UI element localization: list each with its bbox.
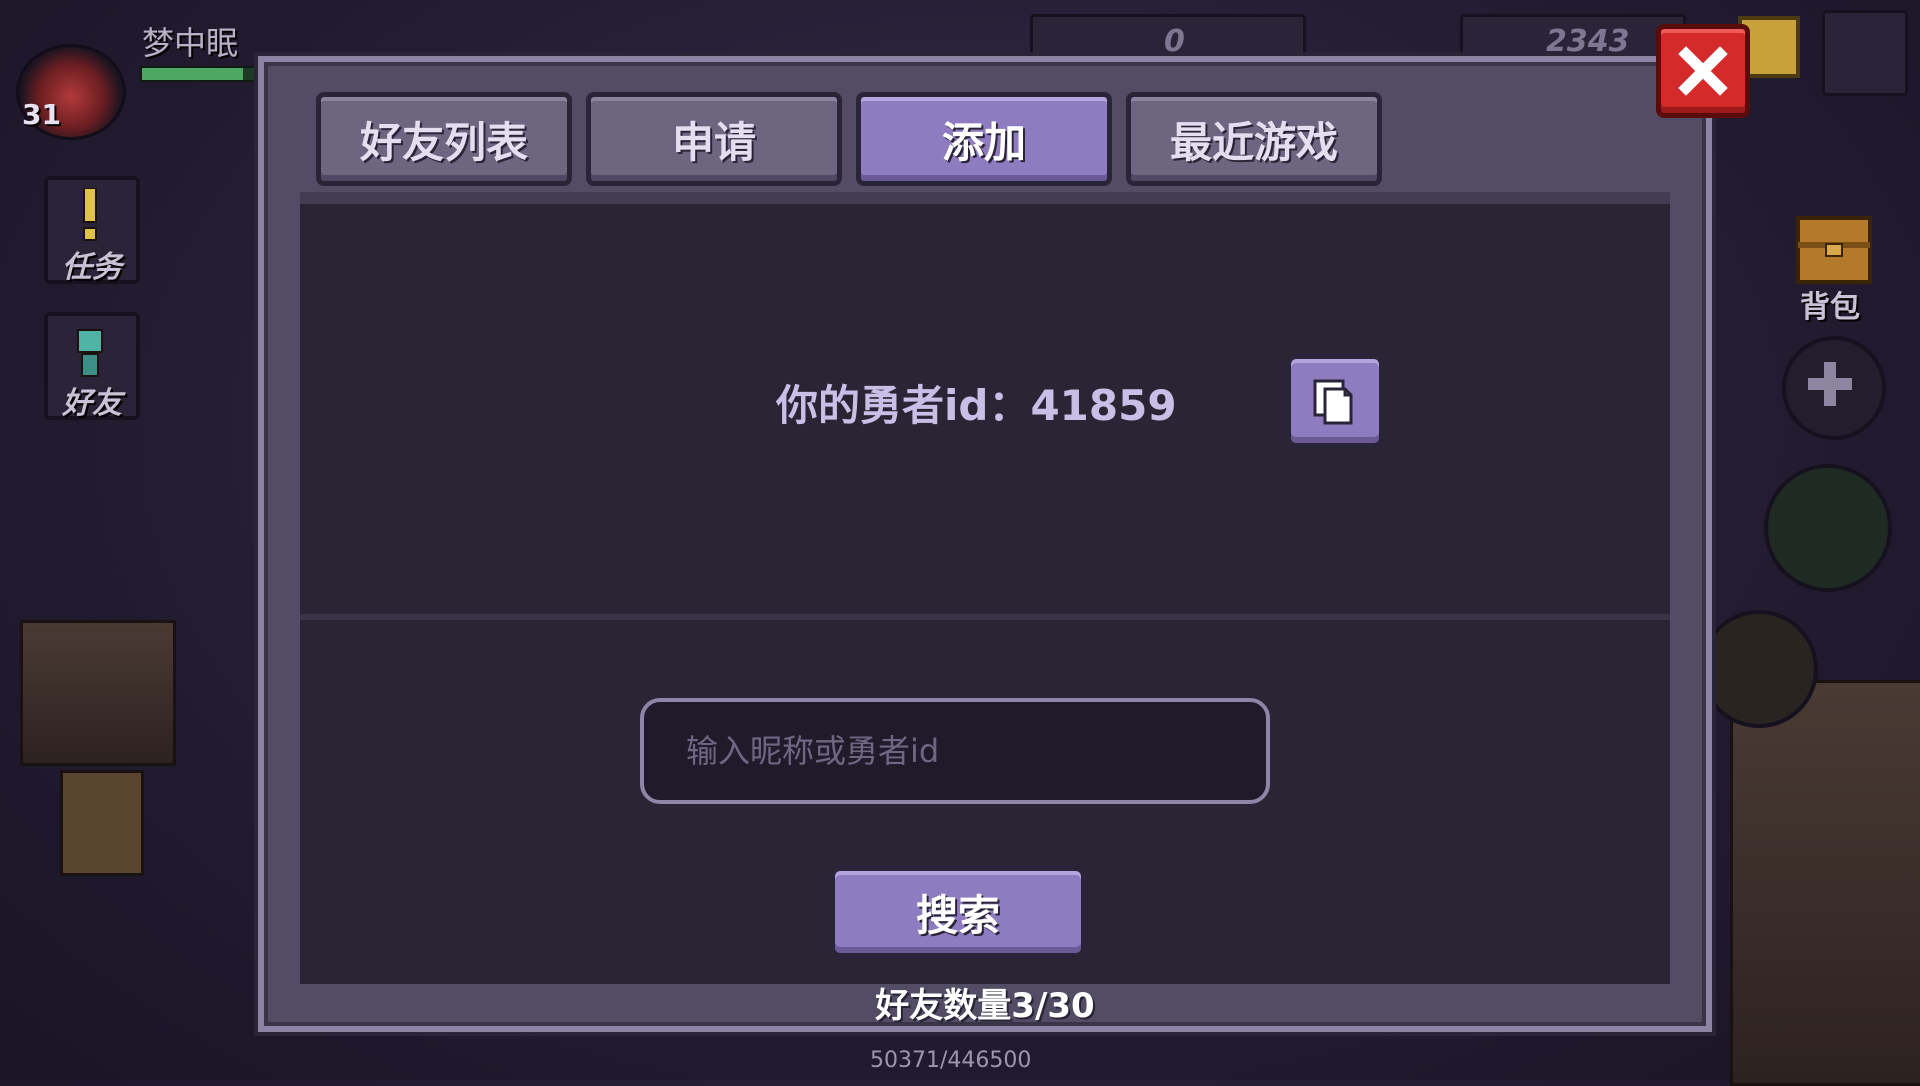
add-button[interactable]	[1782, 336, 1886, 440]
quests-button[interactable]: 任务	[44, 176, 140, 285]
panel-divider	[300, 614, 1670, 620]
background-lantern	[60, 770, 144, 876]
close-icon	[1678, 46, 1728, 96]
background-tower-left	[20, 620, 176, 766]
friends-dialog: 好友列表 申请 添加 最近游戏 你的勇者id：41859 搜索 好友数量3/30	[258, 56, 1712, 1032]
plus-icon	[1808, 362, 1852, 406]
player-hp-bar	[140, 66, 256, 82]
friends-button[interactable]: 好友	[44, 312, 140, 421]
quests-label: 任务	[62, 250, 122, 285]
currency-value-2: 2343	[1546, 24, 1630, 59]
player-name: 梦中眠	[142, 24, 239, 62]
hero-id-label: 你的勇者id：41859	[776, 381, 1177, 430]
player-level: 31	[22, 98, 61, 131]
friend-count: 好友数量3/30	[875, 986, 1095, 1026]
quest-scroll-icon	[83, 188, 97, 241]
tab-recent-games[interactable]: 最近游戏	[1126, 92, 1382, 186]
skill-button[interactable]	[1764, 464, 1892, 592]
tab-add[interactable]: 添加	[856, 92, 1112, 186]
background-tower-right	[1730, 680, 1920, 1086]
copy-id-button[interactable]	[1286, 354, 1384, 448]
friends-tabs: 好友列表 申请 添加 最近游戏	[316, 92, 1382, 186]
add-friend-panel: 你的勇者id：41859 搜索	[300, 192, 1670, 984]
settings-button[interactable]	[1822, 10, 1908, 96]
player-hp-fill	[142, 68, 243, 80]
friend-character-icon	[77, 329, 103, 377]
currency-value-1: 0	[1164, 24, 1185, 59]
friends-label: 好友	[62, 386, 122, 421]
copy-icon	[1313, 379, 1353, 425]
backpack-label: 背包	[1800, 290, 1860, 325]
tab-friend-list[interactable]: 好友列表	[316, 92, 572, 186]
backpack-icon[interactable]	[1792, 208, 1876, 288]
search-button[interactable]: 搜索	[830, 866, 1086, 958]
tab-requests[interactable]: 申请	[586, 92, 842, 186]
close-button[interactable]	[1656, 24, 1750, 118]
experience-text: 50371/446500	[870, 1048, 1032, 1073]
attack-button[interactable]	[1700, 610, 1818, 728]
search-input[interactable]	[640, 698, 1270, 804]
hero-id-row: 你的勇者id：41859	[300, 354, 1670, 454]
